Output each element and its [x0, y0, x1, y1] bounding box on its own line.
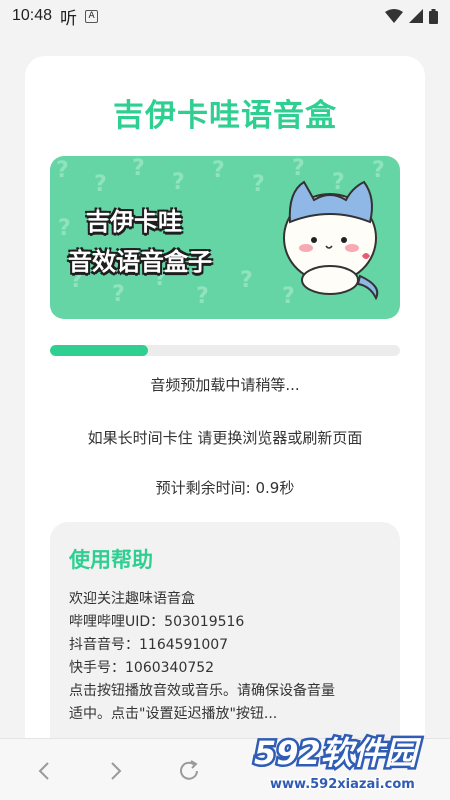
status-bar: 10:48 听 A [0, 0, 450, 32]
page-title: 吉伊卡哇语音盒 [113, 98, 337, 134]
help-line: 欢迎关注趣味语音盒 [69, 591, 195, 607]
help-line: 适中。点击"设置延迟播放"按钮... [69, 706, 278, 722]
watermark-brand: 592软件园 [254, 734, 422, 772]
wifi-icon [385, 9, 403, 23]
refresh-icon[interactable] [175, 757, 203, 785]
banner-text: 吉伊卡哇 音效语音盒子 [68, 202, 212, 282]
banner-title-line1: 吉伊卡哇 [86, 208, 182, 236]
help-line: 抖音音号：1164591007 [69, 637, 229, 653]
signal-icon [409, 9, 423, 23]
main-card: 吉伊卡哇语音盒 ? ? ? ? ? ? ? ? ? ? ? ? ? ? ? ? … [25, 56, 425, 756]
loading-progress-bar [50, 345, 400, 356]
help-title: 使用帮助 [69, 548, 153, 572]
site-watermark-logo: 592软件园 www.592xiazai.com [252, 732, 425, 794]
help-section: 使用帮助 欢迎关注趣味语音盒 哔哩哔哩UID：503019516 抖音音号：11… [50, 522, 400, 756]
banner-title-line2: 音效语音盒子 [68, 248, 212, 276]
battery-icon [429, 8, 438, 24]
help-line: 哔哩哔哩UID：503019516 [69, 614, 245, 630]
forward-icon[interactable] [102, 757, 130, 785]
loading-progress-fill [50, 345, 148, 356]
help-line: 快手号：1060340752 [69, 660, 215, 676]
banner-image: ? ? ? ? ? ? ? ? ? ? ? ? ? ? ? ? 吉伊卡哇 音效语… [50, 156, 400, 319]
watermark-url: www.592xiazai.com [270, 777, 415, 792]
remaining-time-text: 预计剩余时间: 0.9秒 [155, 479, 295, 497]
refresh-tip-text: 如果长时间卡住 请更换浏览器或刷新页面 [87, 429, 363, 447]
app-notification-icon: 听 [60, 8, 78, 29]
chiikawa-cat-illustration [283, 180, 379, 301]
a-badge-icon: A [85, 9, 99, 23]
back-icon[interactable] [30, 757, 58, 785]
status-time: 10:48 [12, 7, 53, 24]
help-line: 点击按钮播放音效或音乐。请确保设备音量 [69, 683, 335, 699]
loading-status-text: 音频预加载中请稍等... [150, 376, 300, 394]
